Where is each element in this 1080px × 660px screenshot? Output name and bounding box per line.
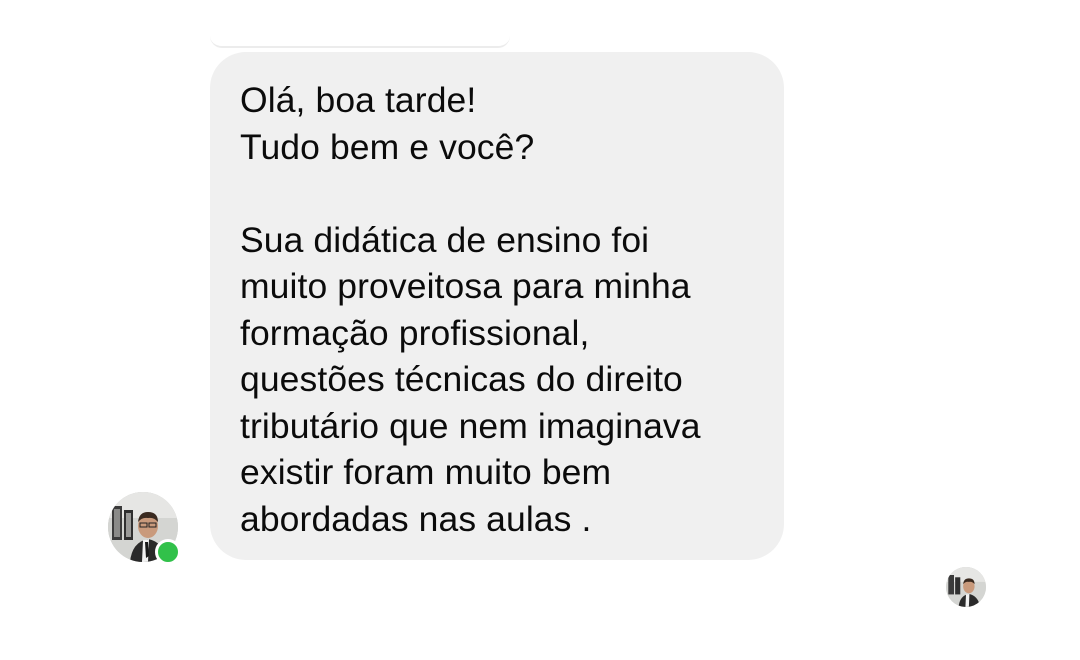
read-receipt-avatar <box>946 567 986 607</box>
previous-message-bubble-edge <box>210 30 510 48</box>
chat-thread: Olá, boa tarde! Tudo bem e você? Sua did… <box>0 0 1080 660</box>
message-text: Olá, boa tarde! Tudo bem e você? Sua did… <box>240 80 701 539</box>
incoming-message-bubble[interactable]: Olá, boa tarde! Tudo bem e você? Sua did… <box>210 52 784 560</box>
seen-profile-photo-icon <box>946 567 986 607</box>
online-status-dot <box>155 539 181 565</box>
